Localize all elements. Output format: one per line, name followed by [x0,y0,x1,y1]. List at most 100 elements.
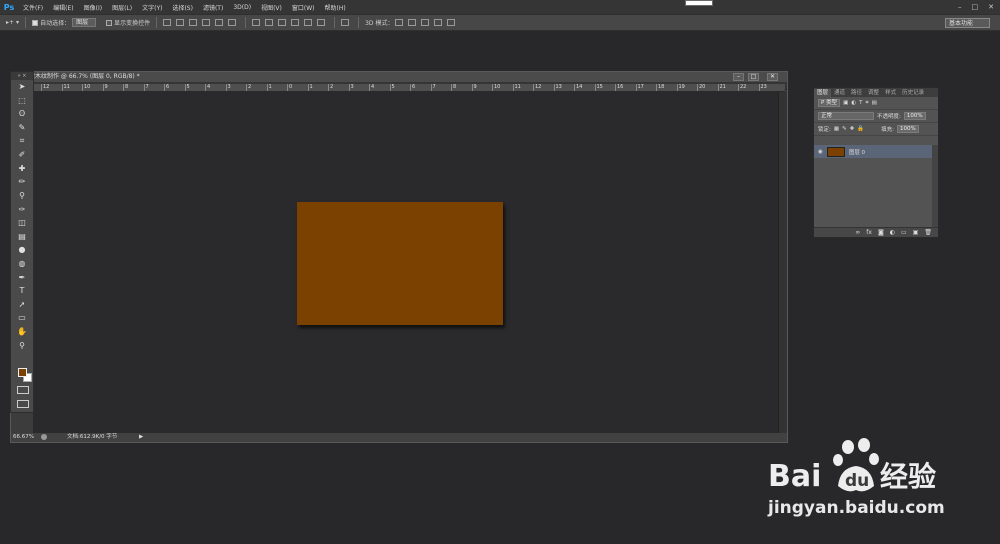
new-group-icon[interactable]: ▭ [901,229,907,236]
screen-mode-button[interactable] [685,0,713,6]
distribute-hcenter-icon[interactable] [304,19,313,26]
quick-mask-icon[interactable] [17,386,29,394]
adjustment-layer-icon[interactable]: ◐ [890,229,895,236]
quick-select-icon[interactable]: ✎ [11,121,33,135]
blend-mode-dropdown[interactable]: 正常 [818,112,874,120]
filter-smart-icon[interactable]: ▤ [872,100,877,106]
opacity-input[interactable]: 100% [903,112,926,120]
align-vcenter-icon[interactable] [176,19,185,26]
menu-window[interactable]: 窗口(W) [287,3,320,12]
stamp-icon[interactable]: ⚲ [11,189,33,203]
align-hcenter-icon[interactable] [215,19,224,26]
healing-icon[interactable]: ✚ [11,162,33,176]
brush-icon[interactable]: ✏ [11,175,33,189]
3d-pan-icon[interactable] [421,19,430,26]
menu-type[interactable]: 文字(Y) [137,3,167,12]
tab-paths[interactable]: 路径 [848,89,865,97]
menu-filter[interactable]: 滤镜(T) [198,3,228,12]
menu-edit[interactable]: 编辑(E) [48,3,78,12]
hand-icon[interactable]: ✋ [11,325,33,339]
vertical-scrollbar[interactable] [778,92,787,433]
3d-scale-icon[interactable] [447,19,456,26]
layer-row[interactable]: ◉ 图层 0 [814,145,932,158]
document-title[interactable]: 做木纹制作 @ 66.7% (图层 0, RGB/8) * [11,72,787,82]
distribute-left-icon[interactable] [291,19,300,26]
distribute-bottom-icon[interactable] [278,19,287,26]
lock-move-icon[interactable]: ✚ [850,126,855,132]
menu-image[interactable]: 图像(I) [79,3,107,12]
menu-layer[interactable]: 图层(L) [107,3,137,12]
distribute-vcenter-icon[interactable] [265,19,274,26]
auto-select-dropdown[interactable]: 图层 [72,18,97,27]
align-right-icon[interactable] [228,19,237,26]
menu-select[interactable]: 选择(S) [167,3,198,12]
lock-brush-icon[interactable]: ✎ [842,126,847,132]
tab-adjustments[interactable]: 调整 [865,89,882,97]
status-menu-icon[interactable] [41,434,47,440]
path-select-icon[interactable]: ➚ [11,298,33,312]
tab-history[interactable]: 历史记录 [899,89,927,97]
menu-help[interactable]: 帮助(H) [320,3,351,12]
horizontal-ruler[interactable]: 12 11 10 9 8 7 6 5 4 3 2 1 0 1 2 3 4 5 6 7 8 9 10 11 12 13 14 15 16 1… [33,84,785,92]
filter-adjust-icon[interactable]: ◐ [851,100,856,106]
distribute-top-icon[interactable] [252,19,261,26]
3d-roll-icon[interactable] [408,19,417,26]
auto-select-option[interactable]: 自动选择： 图层 [32,18,97,27]
show-transform-option[interactable]: 显示变换控件 [106,18,150,27]
zoom-icon[interactable]: ⚲ [11,338,33,352]
auto-align-icon[interactable] [341,19,350,26]
type-icon[interactable]: T [11,284,33,298]
align-left-icon[interactable] [202,19,211,26]
filter-shape-icon[interactable]: ⌗ [865,100,868,107]
lock-pixels-icon[interactable]: ▦ [834,126,839,132]
marquee-icon[interactable]: ⬚ [11,94,33,108]
menu-3d[interactable]: 3D(D) [228,4,256,11]
auto-select-checkbox[interactable] [32,19,39,26]
doc-minimize-button[interactable]: – [733,73,744,81]
layers-scrollbar[interactable] [932,145,938,227]
close-button[interactable]: ✕ [988,3,994,11]
history-brush-icon[interactable]: ✑ [11,202,33,216]
restore-button[interactable]: □ [972,3,979,11]
tab-styles[interactable]: 样式 [882,89,899,97]
layer-kind-filter[interactable]: P 类型 [818,99,841,107]
link-layers-icon[interactable]: ∞ [855,229,860,236]
3d-slide-icon[interactable] [434,19,443,26]
play-arrow-icon[interactable]: ▶ [139,433,143,442]
layer-name[interactable]: 图层 0 [849,148,865,156]
canvas-area[interactable] [33,92,778,433]
distribute-right-icon[interactable] [317,19,326,26]
tool-preset-picker[interactable]: ▸+ ▾ [6,19,19,26]
blur-icon[interactable]: ● [11,243,33,257]
eye-icon[interactable]: ◉ [818,149,823,155]
minimize-button[interactable]: – [958,3,962,11]
foreground-color-swatch[interactable] [18,368,27,377]
show-transform-checkbox[interactable] [106,19,113,26]
doc-close-button[interactable]: ✕ [767,73,778,81]
screen-mode-icon[interactable] [17,400,29,408]
menu-file[interactable]: 文件(F) [18,3,48,12]
pen-icon[interactable]: ✒ [11,270,33,284]
lock-all-icon[interactable]: 🔒 [857,126,864,132]
align-bottom-icon[interactable] [189,19,198,26]
dodge-icon[interactable]: ◍ [11,257,33,271]
filter-type-icon[interactable]: T [859,100,862,106]
crop-icon[interactable]: ⌗ [11,134,33,148]
move-icon[interactable]: ➤ [11,80,33,94]
tools-panel-header[interactable]: » × [11,72,33,80]
align-top-icon[interactable] [163,19,172,26]
canvas-brown-rectangle[interactable] [297,202,503,325]
delete-layer-icon[interactable]: 🗑 [924,229,932,236]
new-layer-icon[interactable]: ▣ [913,229,919,236]
3d-rotate-icon[interactable] [395,19,404,26]
zoom-level[interactable]: 66.67% [13,433,34,442]
eyedropper-icon[interactable]: ✐ [11,148,33,162]
shape-icon[interactable]: ▭ [11,311,33,325]
workspace-dropdown[interactable]: 基本功能 [945,18,990,28]
tab-channels[interactable]: 通道 [831,89,848,97]
doc-restore-button[interactable]: □ [748,73,759,81]
tab-layers[interactable]: 图层 [814,89,832,97]
layer-mask-icon[interactable]: ◙ [878,229,884,236]
gradient-icon[interactable]: ▤ [11,230,33,244]
filter-pixel-icon[interactable]: ▣ [843,100,848,106]
